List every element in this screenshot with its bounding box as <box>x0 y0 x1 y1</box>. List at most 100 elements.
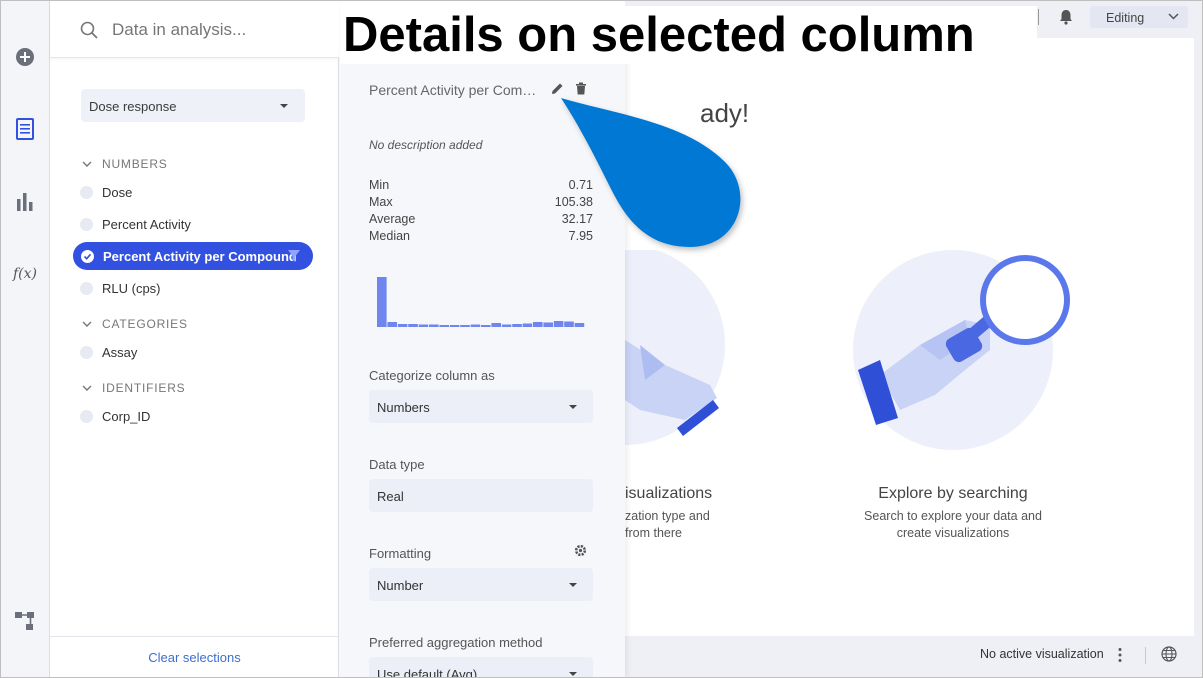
histogram-bar <box>429 324 439 327</box>
clear-selections-label: Clear selections <box>148 650 241 665</box>
chevron-down-icon <box>82 385 92 391</box>
card-sub-line: zation type and <box>625 509 710 523</box>
search-input[interactable] <box>112 18 322 42</box>
histogram-bar <box>564 321 574 327</box>
aggregation-value: Use default (Avg) <box>377 667 478 678</box>
data-panel: Dose response NUMBERS Dose Percent Activ… <box>50 0 339 678</box>
column-dot <box>80 409 93 423</box>
histogram-bar <box>397 324 408 327</box>
column-dot <box>80 345 93 359</box>
aggregation-select[interactable]: Use default (Avg) <box>369 657 593 678</box>
list-item[interactable]: Corp_ID <box>80 405 150 427</box>
stat-label: Max <box>369 195 393 209</box>
formatting-value: Number <box>377 578 424 593</box>
add-icon[interactable] <box>12 44 38 70</box>
search-bar <box>50 0 339 58</box>
chevron-down-icon <box>569 583 577 587</box>
column-label: Corp_ID <box>102 408 151 424</box>
list-item[interactable]: Percent Activity <box>80 213 191 235</box>
categorize-value: Numbers <box>377 400 430 415</box>
search-icon <box>80 21 98 39</box>
chevron-down-icon <box>569 672 577 676</box>
group-label: CATEGORIES <box>102 317 188 331</box>
callout-title: Details on selected column <box>340 6 1037 64</box>
column-dot <box>80 217 93 231</box>
group-label: NUMBERS <box>102 157 168 171</box>
status-text: No active visualization <box>980 647 1104 661</box>
column-description: No description added <box>369 138 483 152</box>
dataset-select[interactable]: Dose response <box>81 89 305 122</box>
column-dot <box>80 281 93 295</box>
column-label: RLU (cps) <box>102 280 161 296</box>
datatype-value: Real <box>377 489 404 504</box>
datatype-label: Data type <box>369 457 425 472</box>
card-sub-line: create visualizations <box>896 526 1010 540</box>
card-sub-line: Search to explore your data and <box>864 509 1042 523</box>
editing-mode-button[interactable]: Editing <box>1090 6 1188 28</box>
histogram-bar <box>377 277 387 327</box>
bell-icon[interactable] <box>1059 9 1073 25</box>
group-header-identifiers[interactable]: IDENTIFIERS <box>82 381 185 395</box>
formatting-select[interactable]: Number <box>369 568 593 601</box>
function-icon[interactable]: f(x) <box>12 260 38 286</box>
editing-label: Editing <box>1106 11 1145 25</box>
datatype-field: Real <box>369 479 593 512</box>
histogram-bar <box>481 325 491 327</box>
histogram-bar <box>501 324 512 327</box>
card-sub-line: from there <box>625 526 682 540</box>
globe-icon[interactable] <box>1161 646 1177 662</box>
group-label: IDENTIFIERS <box>102 381 186 395</box>
group-header-categories[interactable]: CATEGORIES <box>82 317 188 331</box>
chevron-down-icon <box>280 104 288 108</box>
callout-pointer <box>561 98 741 247</box>
column-label: Dose <box>102 184 133 200</box>
column-details-title: Percent Activity per Compound <box>369 82 541 98</box>
visualization-icon[interactable] <box>12 188 38 214</box>
list-item[interactable]: Assay <box>80 341 137 363</box>
column-dot <box>80 185 93 199</box>
histogram-bar <box>491 323 501 327</box>
histogram-bar <box>574 323 585 327</box>
stat-label: Min <box>369 178 390 192</box>
list-item-selected[interactable]: Percent Activity per Compound <box>73 242 313 270</box>
filter-icon[interactable] <box>287 249 301 263</box>
left-rail: f(x) <box>0 0 50 678</box>
dataset-select-value: Dose response <box>89 99 177 114</box>
histogram-bar <box>408 324 418 327</box>
histogram-bar <box>439 325 449 327</box>
list-item[interactable]: Dose <box>80 181 132 203</box>
check-icon <box>81 249 94 263</box>
chevron-down-icon <box>82 161 92 167</box>
histogram-bar <box>553 321 564 327</box>
histogram-bar <box>533 322 543 327</box>
data-icon[interactable] <box>12 116 38 142</box>
histogram-bar <box>449 325 460 327</box>
card-title-visualizations: isualizations <box>625 485 713 502</box>
column-label: Percent Activity per Compound <box>103 248 297 264</box>
stat-label: Average <box>369 212 416 226</box>
list-item[interactable]: RLU (cps) <box>80 277 161 299</box>
chevron-down-icon <box>1168 13 1179 20</box>
gear-icon[interactable] <box>574 544 587 557</box>
card-subtitle-visualizations: zation type and from there <box>625 508 715 542</box>
data-canvas-icon[interactable] <box>12 608 38 634</box>
chevron-down-icon <box>569 405 577 409</box>
histogram-bar <box>460 325 470 327</box>
histogram-bar <box>470 324 481 327</box>
histogram-bar <box>512 324 522 327</box>
column-label: Percent Activity <box>102 216 191 232</box>
more-options-icon[interactable] <box>1118 647 1122 663</box>
categorize-select[interactable]: Numbers <box>369 390 593 423</box>
status-bar: No active visualization <box>625 636 1203 678</box>
pointing-hand-illustration <box>625 250 725 445</box>
histogram-bar <box>418 324 429 327</box>
clear-selections-link[interactable]: Clear selections <box>50 636 339 678</box>
histogram-bar <box>522 323 533 327</box>
group-header-numbers[interactable]: NUMBERS <box>82 157 168 171</box>
distribution-histogram <box>377 277 585 327</box>
card-title-explore: Explore by searching <box>878 485 1028 502</box>
histogram-bar <box>387 322 397 327</box>
status-divider <box>1145 647 1146 664</box>
stat-label: Median <box>369 229 410 243</box>
toolbar-divider <box>1038 9 1039 25</box>
